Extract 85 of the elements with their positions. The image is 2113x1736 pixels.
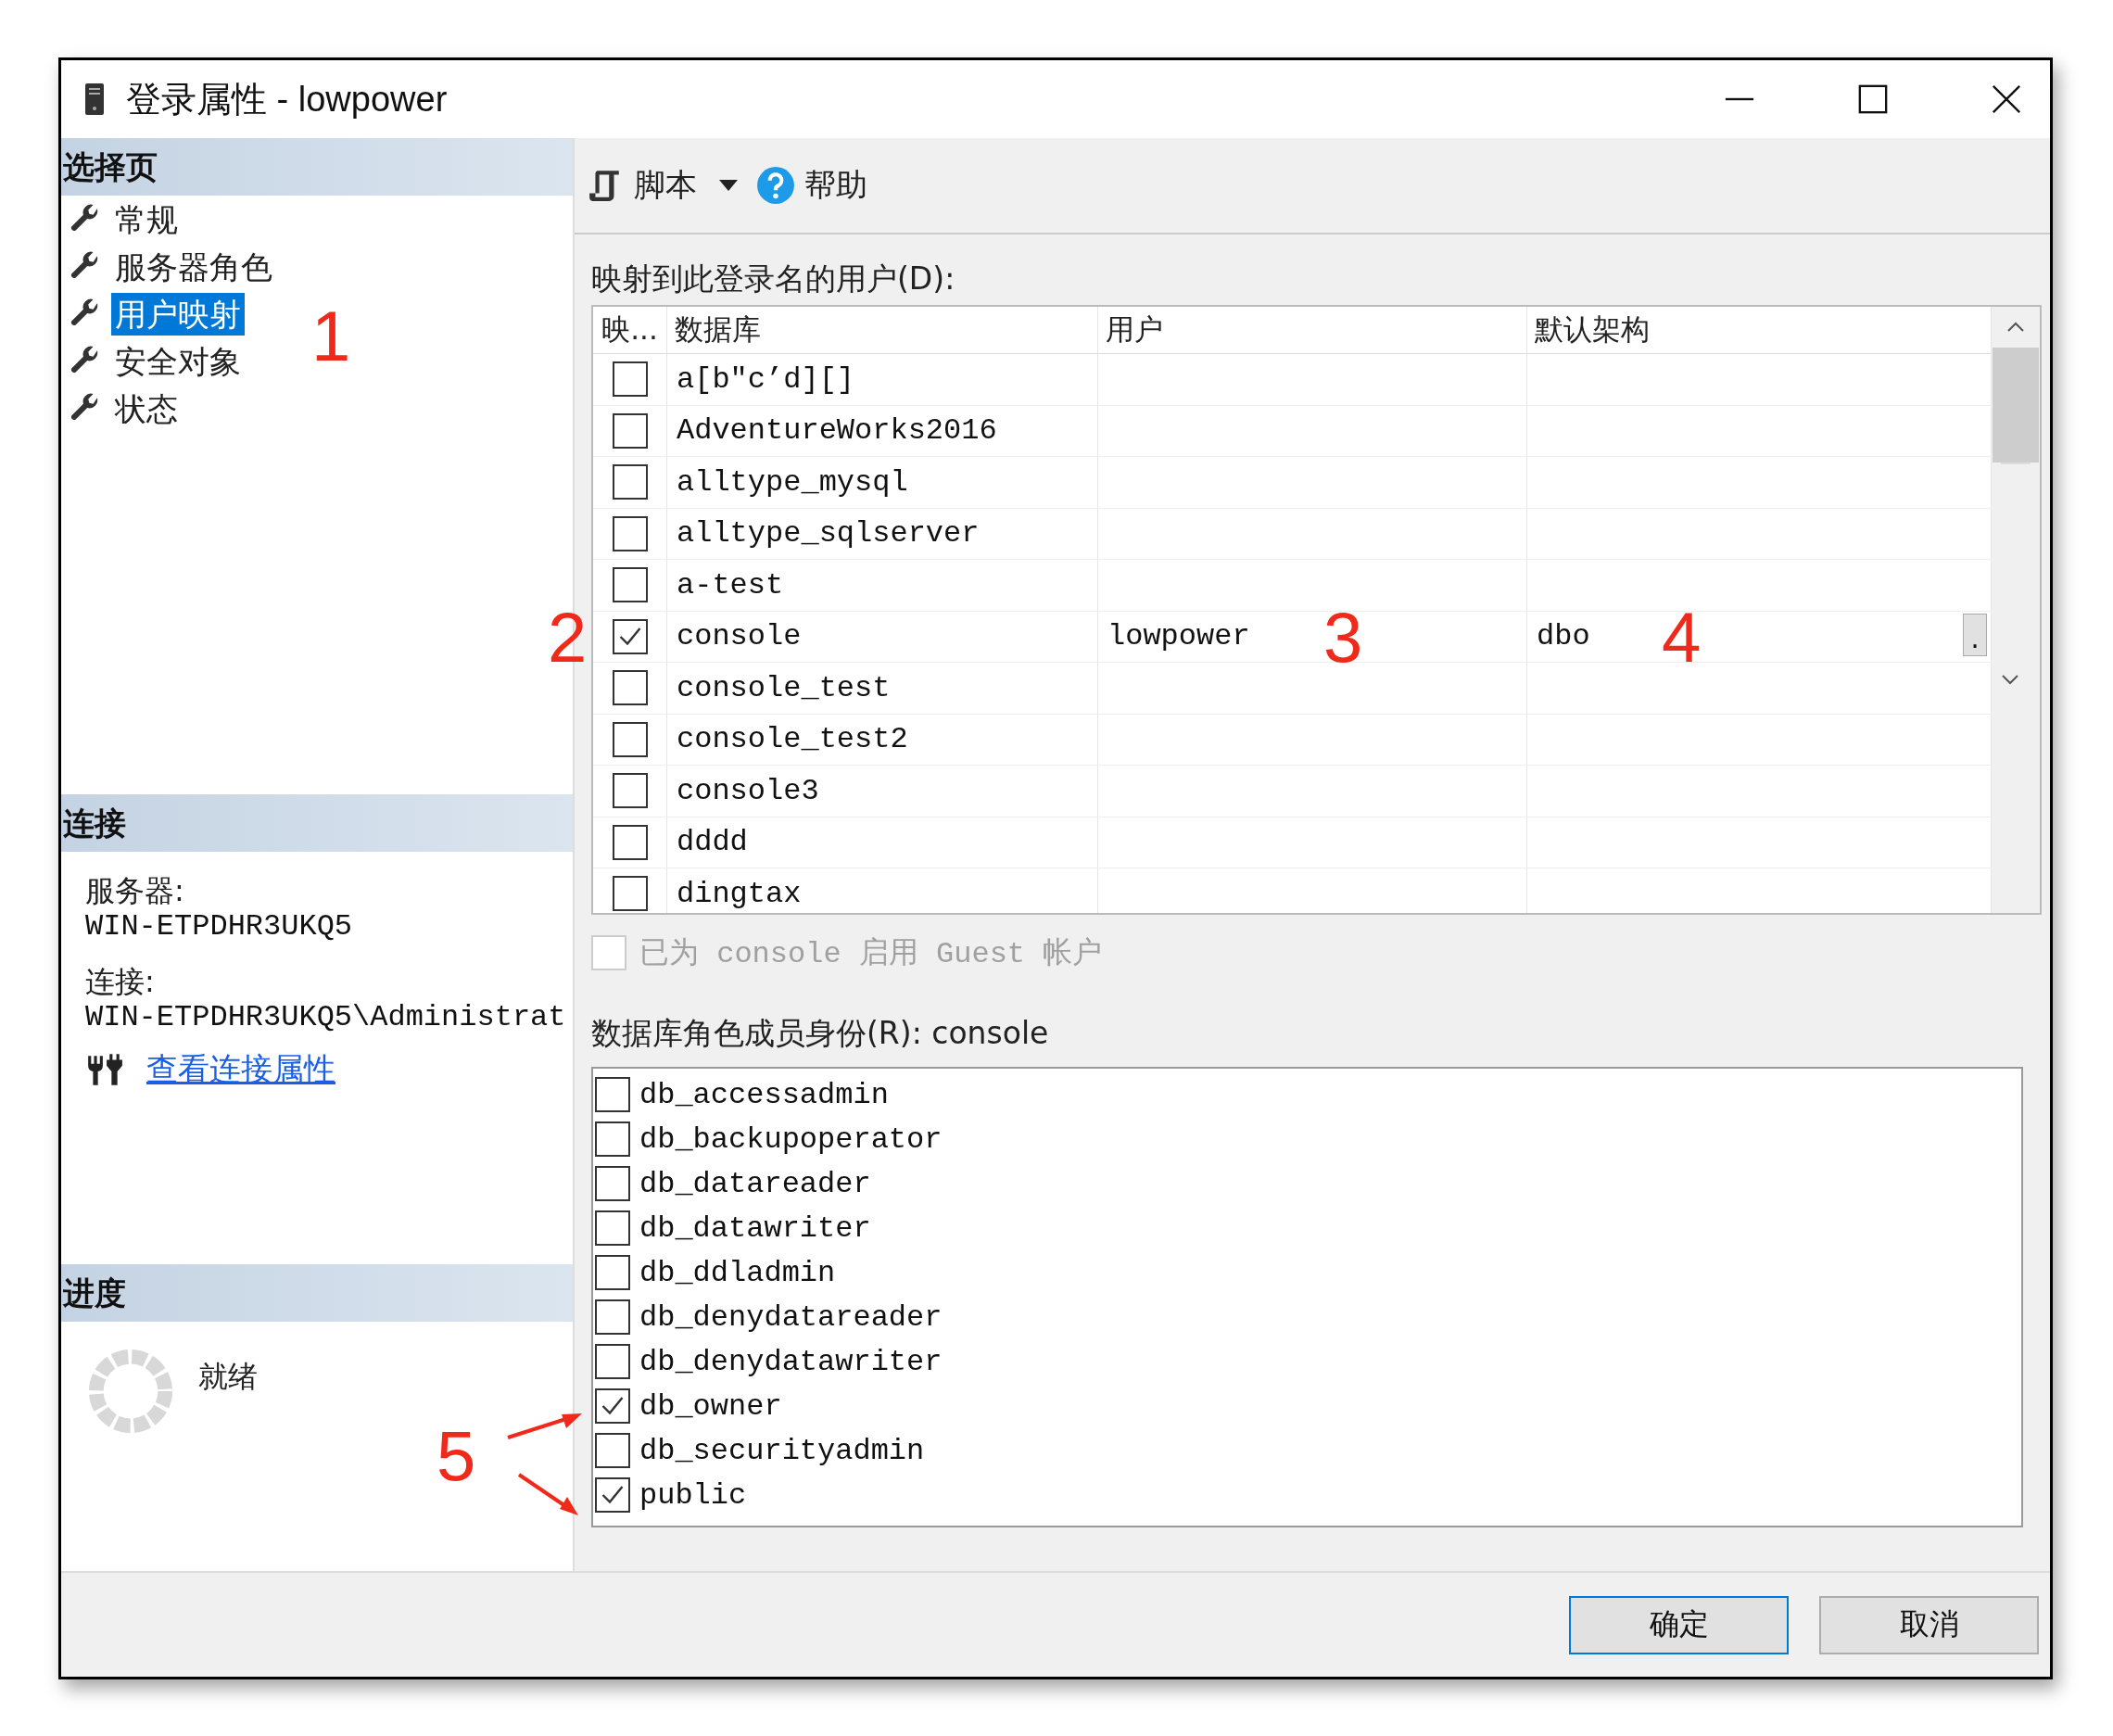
view-connection-properties-link[interactable]: 查看连接属性 [146,1048,335,1091]
checkbox[interactable] [612,515,648,551]
guest-checkbox-label: 已为 console 启用 Guest 帐户 [639,936,1103,973]
script-button[interactable]: 脚本 [634,164,697,207]
annotation-arrow [517,1473,578,1515]
column-header[interactable]: 数据库 [667,307,1098,353]
sidebar-item[interactable]: 用户映射 [111,292,245,336]
checkbox[interactable] [595,1077,630,1112]
close-icon[interactable] [1991,83,2022,115]
checkbox[interactable] [612,876,648,912]
scroll-up-icon[interactable] [2006,322,2025,333]
role-label: db_accessadmin [639,1077,889,1112]
scrollbar-thumb[interactable] [1993,348,2039,463]
server-label: 服务器: [85,872,185,909]
role-label: public [639,1477,747,1513]
annotation-number: 3 [1323,602,1363,673]
column-header[interactable]: 用户 [1098,307,1527,353]
checkbox[interactable] [595,1477,630,1513]
cancel-button[interactable]: 取消 [1819,1595,2039,1654]
checkbox[interactable] [595,1388,630,1424]
role-label: db_securityadmin [639,1433,925,1468]
maximize-icon[interactable] [1857,83,1889,115]
checkbox[interactable] [612,618,648,654]
annotation-number: 1 [311,301,351,372]
table-cell: alltype_sqlserver [677,516,980,551]
sidebar-item[interactable]: 状态 [111,386,182,430]
checkbox[interactable] [612,361,648,398]
server-name: WIN-ETPDHR3UKQ5 [85,909,354,944]
users-label: 映射到此登录名的用户(D): [591,260,956,298]
checkbox[interactable] [612,412,648,449]
table-cell: lowpower [1107,619,1250,654]
help-icon[interactable] [756,166,795,205]
annotation-number: 5 [437,1421,476,1491]
role-label: db_datawriter [639,1210,871,1246]
role-label: db_denydatawriter [639,1344,943,1379]
sidebar-item[interactable]: 服务器角色 [111,245,276,288]
checkbox[interactable] [612,824,648,860]
table-cell: alltype_mysql [677,464,908,500]
table-cell: a[b″c’d][] [677,361,855,397]
plug-icon [85,1052,124,1087]
role-label: db_ddladmin [639,1255,836,1290]
checkbox[interactable] [612,670,648,706]
browse-button[interactable]: . [1963,613,1987,656]
sidebar-item[interactable]: 安全对象 [111,339,245,383]
ok-button[interactable]: 确定 [1569,1595,1789,1654]
checkbox[interactable] [595,1166,630,1201]
column-header[interactable]: 映... [593,307,667,353]
checkbox[interactable] [595,1344,630,1379]
checkbox[interactable] [612,567,648,603]
table-cell: console [677,619,802,654]
annotation-number: 2 [548,602,588,673]
sidebar-item[interactable]: 常规 [111,197,182,241]
checkbox[interactable] [595,1210,630,1246]
section-header: 连接 [61,794,573,852]
checkbox[interactable] [612,721,648,757]
annotation-number: 4 [1662,602,1702,673]
role-label: db_backupoperator [639,1121,943,1157]
role-label: db_denydatareader [639,1299,943,1335]
connection-name: WIN-ETPDHR3UKQ5\Administrat [85,1000,567,1035]
connection-label: 连接: [85,963,156,1000]
checkbox[interactable] [612,773,648,809]
checkbox[interactable] [595,1121,630,1157]
table-cell: dingtax [677,876,802,911]
section-header: 选择页 [61,138,573,196]
checkbox[interactable] [612,464,648,501]
section-header: 进度 [61,1264,573,1322]
role-label: db_owner [639,1388,782,1424]
checkbox[interactable] [595,1255,630,1290]
roles-label: 数据库角色成员身份(R): console [591,1014,1050,1053]
checkbox[interactable] [595,1299,630,1335]
progress-status: 就绪 [198,1358,258,1396]
window-title: 登录属性 - lowpower [126,78,448,120]
checkbox[interactable] [595,1433,630,1468]
table-cell: dddd [677,825,748,860]
role-label: db_datareader [639,1166,871,1201]
table-cell: dbo [1537,619,1590,654]
table-cell: a-test [677,567,784,602]
server-icon [83,82,106,116]
table-cell: console_test [677,670,891,705]
caret-icon[interactable] [719,180,738,191]
table-cell: AdventureWorks2016 [677,413,997,449]
table-cell: console3 [677,773,819,808]
scrollbar[interactable] [1992,307,2040,913]
table-cell: console_test2 [677,722,908,757]
help-button[interactable]: 帮助 [804,164,867,207]
